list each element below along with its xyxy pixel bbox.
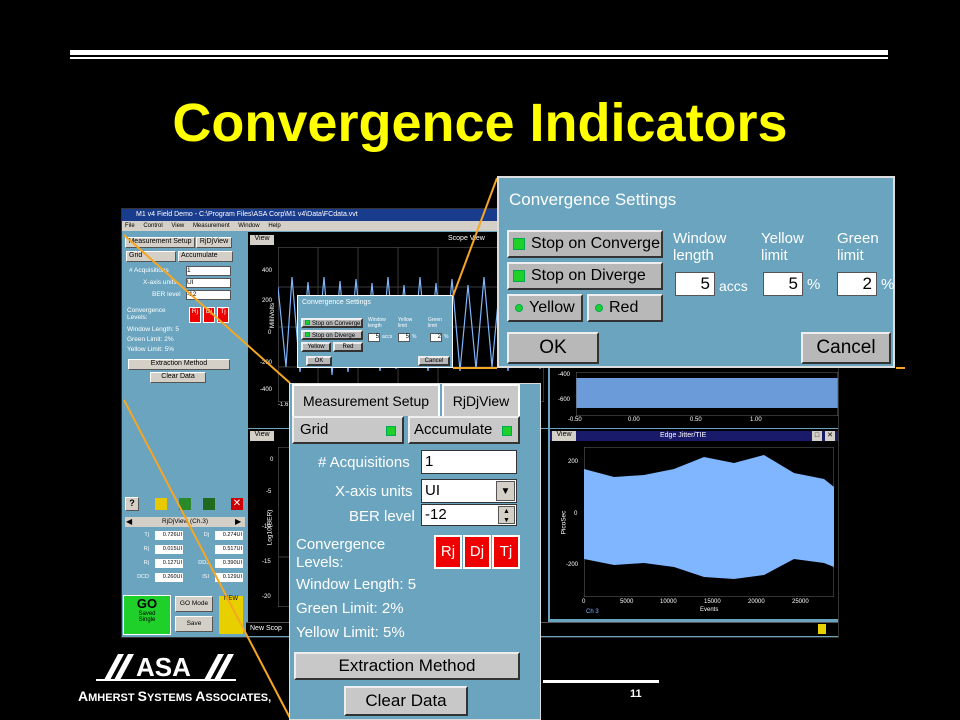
footer-rule bbox=[543, 680, 659, 683]
stop-on-diverge-button[interactable]: Stop on Diverge bbox=[507, 262, 663, 290]
yellow-button[interactable]: Yellow bbox=[507, 294, 583, 322]
ber-stepper-icon[interactable]: ▲ ▼ bbox=[498, 506, 515, 524]
company-initial-s: S bbox=[137, 688, 147, 704]
zoom-grid-toggle[interactable]: Grid bbox=[292, 416, 404, 444]
zoom-acquisitions-label: # Acquisitions bbox=[318, 454, 410, 471]
callout-line-dialog-top bbox=[452, 177, 498, 297]
zoom-green-limit-text: Green Limit: 2% bbox=[296, 600, 404, 617]
yellow-limit-l1: Yellow bbox=[761, 230, 804, 247]
zoom-grid-label: Grid bbox=[300, 421, 329, 438]
zoom-clear-data-button[interactable]: Clear Data bbox=[344, 686, 468, 716]
yellow-limit-label: Yellow limit bbox=[761, 230, 804, 264]
window-length-l2: length bbox=[673, 247, 714, 264]
zoom-dj-indicator: Dj bbox=[463, 535, 491, 569]
red-button[interactable]: Red bbox=[587, 294, 663, 322]
yellow-pct-unit: % bbox=[807, 276, 821, 293]
green-pct-unit: % bbox=[881, 276, 895, 293]
zoom-measurement-panel: Measurement Setup RjDjView Grid Accumula… bbox=[289, 383, 541, 720]
yellow-label: Yellow bbox=[529, 299, 575, 316]
zoom-acquisitions-field[interactable]: 1 bbox=[421, 450, 517, 474]
zoom-accumulate-label: Accumulate bbox=[414, 421, 493, 438]
window-length-label: Window length bbox=[673, 230, 726, 264]
window-length-field[interactable]: 5 bbox=[675, 272, 715, 296]
stop-on-converge-button[interactable]: Stop on Converge bbox=[507, 230, 663, 258]
chevron-down-icon[interactable]: ▼ bbox=[496, 481, 515, 501]
green-limit-field[interactable]: 2 bbox=[837, 272, 877, 296]
zoom-rj-indicator: Rj bbox=[434, 535, 462, 569]
company-name: AMHERST SYSTEMS ASSOCIATES, bbox=[78, 688, 271, 704]
zoom-convergence-levels: Convergence Levels: bbox=[296, 536, 386, 571]
stop-on-diverge-label: Stop on Diverge bbox=[531, 267, 646, 284]
stop-on-converge-label: Stop on Converge bbox=[531, 235, 660, 252]
zoom-yellow-limit-text: Yellow Limit: 5% bbox=[296, 624, 405, 641]
diverge-led bbox=[513, 269, 525, 282]
yellow-limit-field[interactable]: 5 bbox=[763, 272, 803, 296]
zoom-accumulate-toggle[interactable]: Accumulate bbox=[408, 416, 520, 444]
company-initial-a: A bbox=[78, 688, 89, 704]
zoom-grid-led bbox=[386, 426, 396, 436]
green-limit-label: Green limit bbox=[837, 230, 879, 264]
zoom-tj-indicator: Tj bbox=[492, 535, 520, 569]
ok-button[interactable]: OK bbox=[507, 332, 599, 364]
accs-unit: accs bbox=[719, 278, 748, 294]
company-part-ystems: YSTEMS bbox=[146, 692, 196, 704]
zoom-dialog-title: Convergence Settings bbox=[509, 190, 677, 209]
cancel-button[interactable]: Cancel bbox=[801, 332, 891, 364]
window-length-l1: Window bbox=[673, 230, 727, 247]
page-number: 11 bbox=[630, 688, 642, 700]
asa-logo-graphic: ASA bbox=[96, 652, 236, 682]
zoom-tab-rjdjview[interactable]: RjDjView bbox=[442, 384, 520, 416]
zoom-accumulate-led bbox=[502, 426, 512, 436]
company-part-mherst: MHERST bbox=[88, 692, 138, 704]
yellow-limit-l2: limit bbox=[761, 247, 788, 264]
svg-text:ASA: ASA bbox=[136, 652, 191, 682]
zoom-ber-label: BER level bbox=[349, 508, 415, 525]
converge-led bbox=[513, 237, 525, 250]
company-initial-a2: A bbox=[195, 688, 206, 704]
callout-line-panel-top bbox=[123, 234, 291, 384]
green-limit-l1: Green bbox=[837, 230, 879, 247]
zoom-convergence-dialog: Convergence Settings Stop on Converge St… bbox=[497, 176, 895, 368]
zoom-tab-measurement-setup[interactable]: Measurement Setup bbox=[292, 384, 440, 416]
red-led bbox=[595, 303, 603, 312]
red-label: Red bbox=[609, 299, 639, 316]
zoom-extraction-method-button[interactable]: Extraction Method bbox=[294, 652, 520, 680]
company-part-ssociates: SSOCIATES, bbox=[205, 692, 272, 704]
green-limit-l2: limit bbox=[837, 247, 864, 264]
yellow-led bbox=[515, 303, 523, 312]
zoom-window-length-text: Window Length: 5 bbox=[296, 576, 417, 593]
zoom-xaxis-label: X-axis units bbox=[335, 483, 413, 500]
asa-logo: ASA bbox=[96, 652, 236, 682]
